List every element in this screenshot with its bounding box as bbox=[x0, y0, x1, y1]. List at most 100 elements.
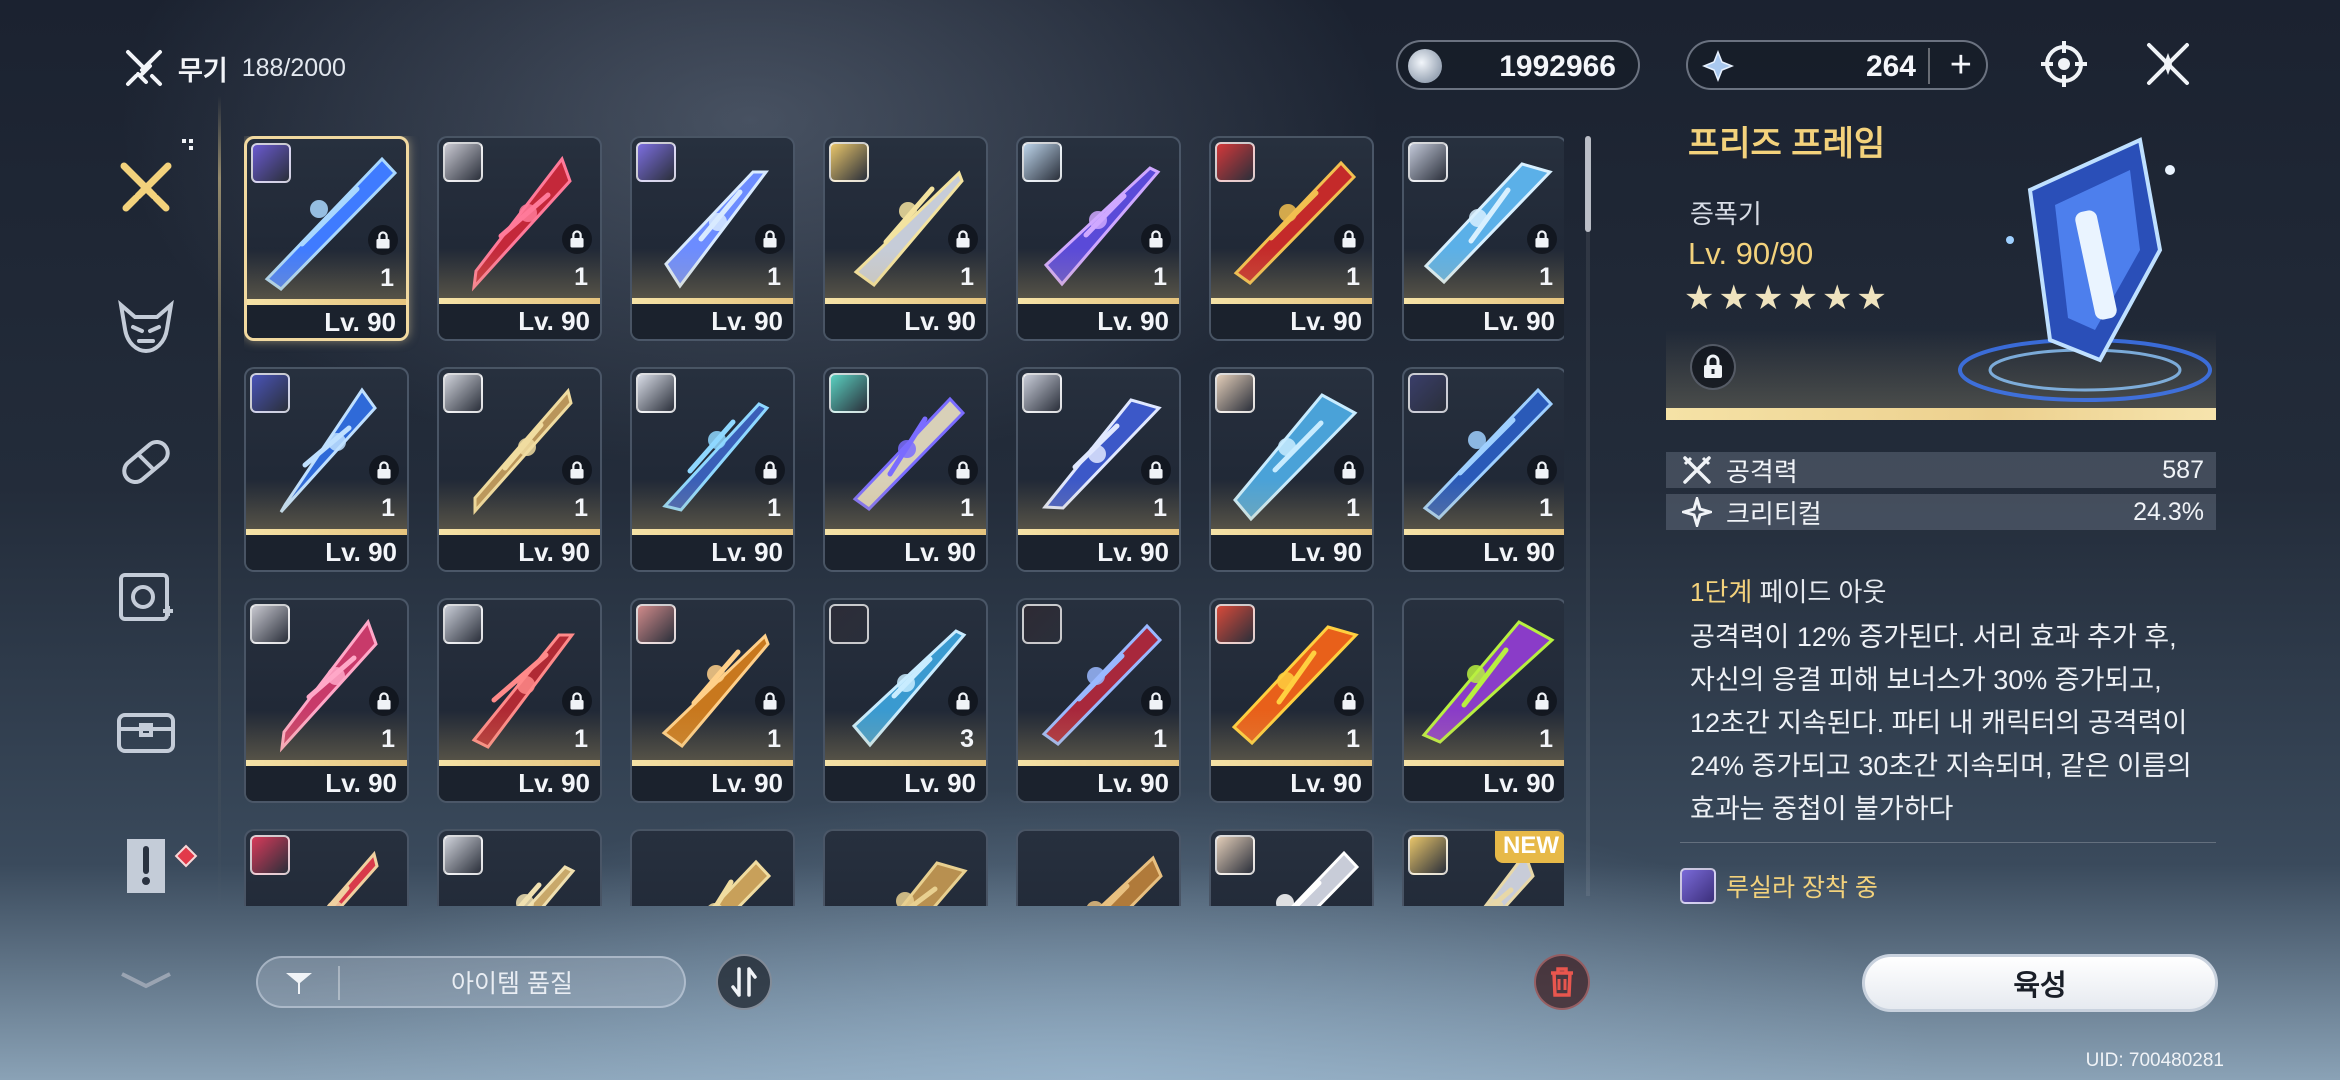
sort-quality-label[interactable]: 아이템 품질 bbox=[340, 964, 684, 1000]
target-icon bbox=[2041, 41, 2087, 87]
trash-icon bbox=[1551, 967, 1573, 997]
weapon-card[interactable]: 1 Lv. 90 bbox=[1402, 598, 1564, 803]
weapon-card[interactable] bbox=[1209, 829, 1374, 906]
weapon-rarity-stars: ★ ★ ★ ★ ★ ★ bbox=[1684, 278, 1887, 318]
sidebar-item-quest-item[interactable] bbox=[108, 828, 184, 904]
weapon-card[interactable]: 1 Lv. 90 bbox=[437, 136, 602, 341]
inventory-count: 188/2000 bbox=[241, 53, 346, 82]
weapon-card[interactable] bbox=[1016, 829, 1181, 906]
weapon-card[interactable]: 1 Lv. 90 bbox=[823, 367, 988, 572]
weapon-card[interactable]: 1 Lv. 90 bbox=[1016, 367, 1181, 572]
equipped-character-avatar bbox=[443, 835, 483, 875]
lock-icon bbox=[1334, 686, 1364, 716]
weapon-card[interactable]: 3 Lv. 90 bbox=[823, 598, 988, 803]
sort-arrows-icon bbox=[731, 967, 757, 997]
weapon-card[interactable]: 1 Lv. 90 bbox=[244, 136, 409, 341]
weapon-quantity: 1 bbox=[767, 725, 781, 753]
weapon-card[interactable]: 1 Lv. 90 bbox=[1016, 598, 1181, 803]
weapon-art bbox=[1086, 855, 1163, 906]
weapon-lock-button[interactable] bbox=[1690, 344, 1736, 390]
coin-currency[interactable]: 1992966 bbox=[1396, 40, 1640, 90]
weapon-quantity: 1 bbox=[1539, 494, 1553, 522]
weapon-card[interactable]: 1 Lv. 90 bbox=[1402, 367, 1564, 572]
chevron-down-icon bbox=[121, 972, 171, 989]
target-settings-button[interactable] bbox=[2036, 36, 2092, 92]
skill-description-line: 자신의 응결 피해 보너스가 30% 증가되고, bbox=[1690, 665, 2162, 695]
crossed-swords-icon bbox=[126, 50, 162, 86]
weapon-card[interactable]: 1 Lv. 90 bbox=[630, 367, 795, 572]
enhance-button[interactable]: 육성 bbox=[1862, 954, 2218, 1012]
skill-description-line: 24% 증가되고 30초간 지속되며, 같은 이름의 bbox=[1690, 751, 2192, 781]
weapon-card[interactable]: 1 Lv. 90 bbox=[437, 367, 602, 572]
weapon-quantity: 1 bbox=[1153, 263, 1167, 291]
coin-icon bbox=[1408, 49, 1442, 83]
sidebar-item-module[interactable] bbox=[108, 560, 184, 636]
sidebar-item-weapon[interactable] bbox=[108, 150, 184, 226]
lock-icon bbox=[1141, 455, 1171, 485]
weapon-quantity: 1 bbox=[574, 494, 588, 522]
crystal-currency[interactable]: 264 + bbox=[1686, 40, 1988, 90]
lock-icon bbox=[1704, 354, 1722, 378]
weapon-card[interactable]: 1 Lv. 90 bbox=[1209, 136, 1374, 341]
rarity-star-icon: ★ bbox=[1684, 279, 1715, 317]
weapon-card[interactable] bbox=[630, 829, 795, 906]
weapon-card[interactable]: 1 Lv. 90 bbox=[630, 136, 795, 341]
equipped-character-avatar bbox=[829, 604, 869, 644]
sidebar-item-chest[interactable] bbox=[108, 694, 184, 770]
weapon-card[interactable] bbox=[437, 829, 602, 906]
weapon-card[interactable]: 1 Lv. 90 bbox=[1209, 598, 1374, 803]
filter-bar[interactable]: 아이템 품질 bbox=[256, 956, 686, 1008]
weapon-card[interactable] bbox=[244, 829, 409, 906]
weapon-quantity: 1 bbox=[381, 725, 395, 753]
capsule-icon bbox=[122, 440, 170, 484]
equipped-character-avatar bbox=[636, 604, 676, 644]
sidebar-item-consumable[interactable] bbox=[108, 424, 184, 500]
lock-icon bbox=[562, 455, 592, 485]
lock-icon bbox=[755, 455, 785, 485]
sort-order-button[interactable] bbox=[716, 954, 772, 1010]
weapon-art bbox=[896, 861, 968, 906]
weapon-quantity: 1 bbox=[1153, 494, 1167, 522]
weapon-card[interactable]: 1 Lv. 90 bbox=[437, 598, 602, 803]
crystal-icon bbox=[1702, 50, 1734, 82]
weapon-card[interactable]: 1 Lv. 90 bbox=[630, 598, 795, 803]
equipped-character-avatar bbox=[1408, 142, 1448, 182]
weapon-card[interactable]: 1 Lv. 90 bbox=[1209, 367, 1374, 572]
equipped-character-avatar bbox=[1022, 604, 1062, 644]
rarity-star-icon: ★ bbox=[1752, 279, 1784, 317]
uid-label: UID: 700480281 bbox=[2085, 1050, 2224, 1071]
scrollbar-thumb[interactable] bbox=[1585, 136, 1591, 232]
rail-dots bbox=[182, 138, 194, 150]
equipped-character-avatar bbox=[1408, 373, 1448, 413]
skill-description-line: 효과는 중첩이 불가하다 bbox=[1690, 794, 1954, 824]
lock-icon bbox=[1141, 224, 1171, 254]
weapon-quantity: 1 bbox=[1539, 725, 1553, 753]
lock-icon bbox=[948, 686, 978, 716]
weapon-card[interactable]: 1 Lv. 90 bbox=[1402, 136, 1564, 341]
weapon-card[interactable]: 1 Lv. 90 bbox=[823, 136, 988, 341]
attack-icon bbox=[1683, 456, 1711, 484]
equipped-character-avatar bbox=[251, 143, 291, 183]
sidebar-item-more[interactable] bbox=[108, 960, 184, 1000]
sidebar-item-mask[interactable] bbox=[108, 288, 184, 364]
equipped-character-avatar bbox=[443, 604, 483, 644]
weapon-level: Lv. 90 bbox=[1290, 768, 1362, 798]
weapon-card[interactable]: 1 Lv. 90 bbox=[1016, 136, 1181, 341]
weapon-card[interactable]: 1 Lv. 90 bbox=[244, 598, 409, 803]
add-crystal-button[interactable]: + bbox=[1950, 44, 1972, 87]
weapon-level: Lv. 90 bbox=[1483, 768, 1555, 798]
dismantle-button[interactable] bbox=[1534, 954, 1590, 1010]
scrollbar-track[interactable] bbox=[1586, 136, 1590, 896]
demon-mask-icon bbox=[118, 299, 174, 354]
close-button[interactable] bbox=[2140, 36, 2196, 92]
weapon-quantity: 1 bbox=[767, 263, 781, 291]
weapon-card[interactable] bbox=[823, 829, 988, 906]
weapon-level: Lv. 90 bbox=[1097, 306, 1169, 336]
weapon-card[interactable]: 1 Lv. 90 bbox=[244, 367, 409, 572]
equipped-character-avatar bbox=[443, 142, 483, 182]
weapon-level: Lv. 90 bbox=[711, 306, 783, 336]
category-header: 무기 188/2000 bbox=[124, 46, 346, 90]
equipped-by[interactable]: 루실라 장착 중 bbox=[1680, 868, 1878, 904]
weapon-card[interactable]: NEW bbox=[1402, 829, 1564, 906]
close-star-icon bbox=[2147, 43, 2189, 85]
